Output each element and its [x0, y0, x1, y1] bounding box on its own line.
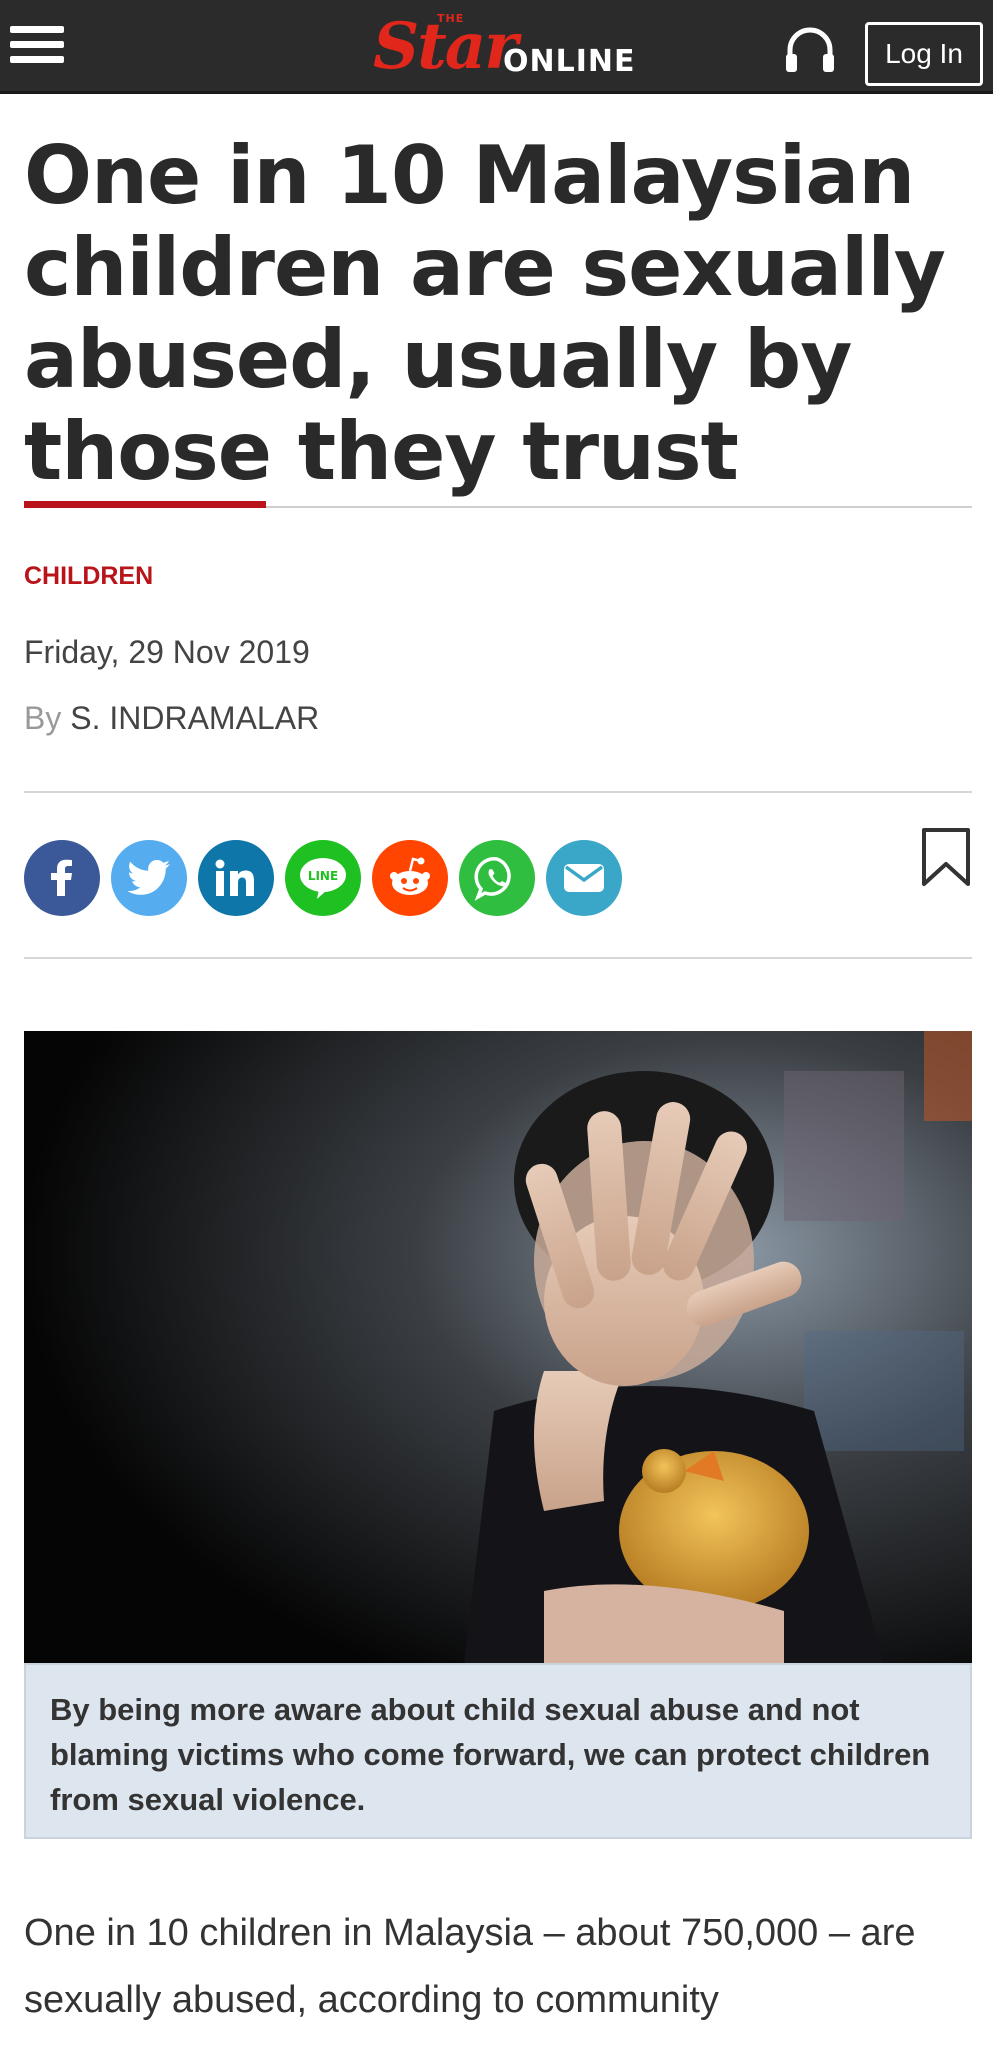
bookmark-icon[interactable] — [920, 826, 972, 888]
line-icon: LINE — [300, 858, 346, 899]
category-link[interactable]: CHILDREN — [24, 562, 153, 591]
share-bottom-divider — [24, 957, 972, 959]
article-body-paragraph: One in 10 children in Malaysia – about 7… — [24, 1912, 916, 2021]
login-button[interactable]: Log In — [865, 22, 983, 86]
facebook-icon — [51, 859, 72, 896]
image-caption: By being more aware about child sexual a… — [24, 1663, 972, 1839]
logo-online-text: ONLINE — [503, 44, 636, 79]
line-icon-label: LINE — [308, 869, 338, 883]
reddit-share-button[interactable] — [372, 840, 448, 916]
top-navigation-bar: Star THE ONLINE Log In — [0, 0, 993, 94]
hamburger-icon[interactable] — [10, 26, 64, 66]
child-raising-hand-photo — [24, 1031, 972, 1663]
article-photo — [24, 1031, 972, 1663]
facebook-share-button[interactable] — [24, 840, 100, 916]
byline-prefix: By — [24, 700, 71, 736]
headline-accent-bar — [24, 501, 266, 508]
linkedin-share-button[interactable] — [198, 840, 274, 916]
publish-date: Friday, 29 Nov 2019 — [24, 634, 310, 670]
author-link[interactable]: S. INDRAMALAR — [70, 700, 319, 736]
email-share-button[interactable] — [546, 840, 622, 916]
share-top-divider — [24, 791, 972, 793]
byline: By S. INDRAMALAR — [24, 700, 319, 737]
whatsapp-share-button[interactable] — [459, 840, 535, 916]
logo-the-text: THE — [437, 12, 465, 25]
twitter-icon — [127, 860, 170, 895]
linkedin-icon — [215, 859, 254, 896]
line-share-button[interactable]: LINE — [285, 840, 361, 916]
headphones-icon[interactable] — [782, 24, 838, 74]
share-buttons: LINE — [24, 840, 622, 916]
article-headline: One in 10 Malaysian children are sexuall… — [24, 129, 946, 498]
email-icon — [564, 864, 604, 892]
star-online-logo[interactable]: Star THE ONLINE — [373, 8, 636, 86]
whatsapp-icon — [474, 857, 511, 901]
twitter-share-button[interactable] — [111, 840, 187, 916]
reddit-icon — [390, 857, 430, 895]
